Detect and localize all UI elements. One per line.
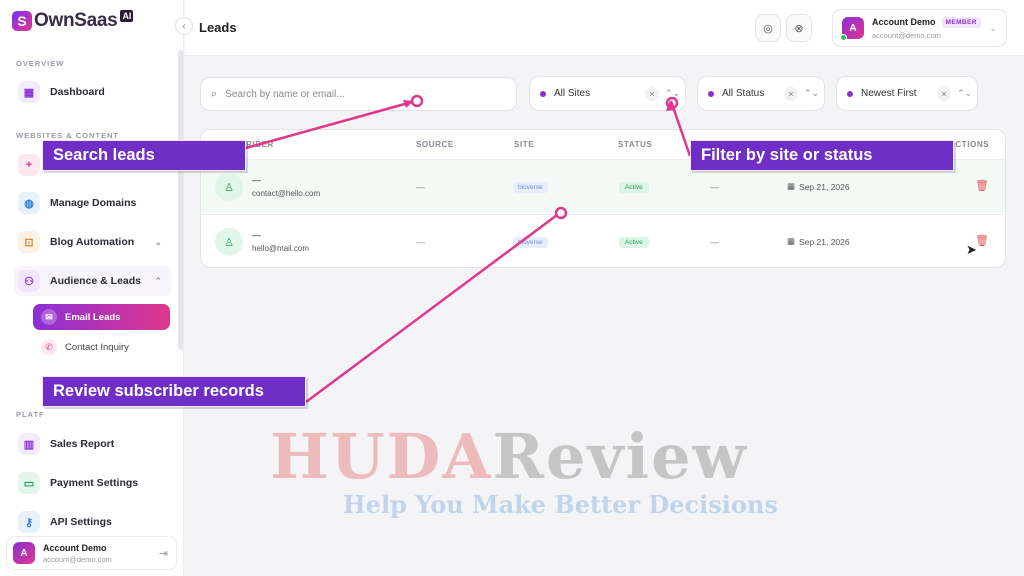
mouse-cursor-icon: ➤ (966, 242, 977, 257)
callout-filter: Filter by site or status (690, 140, 954, 172)
arrow-review (305, 213, 558, 404)
arrow-search (245, 100, 413, 150)
callout-review-records: Review subscriber records (42, 376, 306, 408)
annotation-arrows (245, 94, 692, 404)
arrow-review-target (554, 206, 568, 220)
callout-search-leads: Search leads (42, 140, 246, 172)
